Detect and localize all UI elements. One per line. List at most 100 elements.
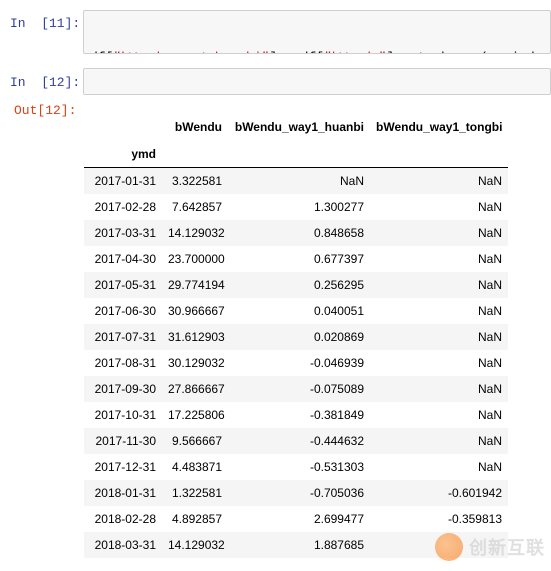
code-token: "bWendu_way1_huanbi" <box>113 50 269 53</box>
table-cell: NaN <box>477 174 502 188</box>
code-token: = <box>285 50 293 53</box>
table-row: 2017-01-31 3.322581 NaN NaN <box>84 167 508 194</box>
row-index-cell: 2017-06-30 <box>94 304 156 318</box>
row-index-cell: 2017-12-31 <box>94 460 156 474</box>
table-row: 2018-03-31 14.129032 1.887685 <box>84 532 508 558</box>
table-cell: NaN <box>477 356 502 370</box>
table-cell: 4.483871 <box>171 460 222 474</box>
corner-cell <box>84 113 162 141</box>
table-cell: -0.075089 <box>309 382 364 396</box>
row-index-cell: 2017-05-31 <box>94 278 156 292</box>
row-index-cell: 2017-02-28 <box>94 200 156 214</box>
row-index-cell: 2017-10-31 <box>94 408 156 422</box>
row-index-cell: 2017-03-31 <box>94 226 156 240</box>
table-cell: -0.705036 <box>309 486 364 500</box>
table-cell <box>370 532 508 558</box>
table-cell: NaN <box>477 382 502 396</box>
row-index-cell: 2018-01-31 <box>94 486 156 500</box>
index-name-row: ymd <box>84 141 508 168</box>
cell-1-prompt: In [11]: <box>10 16 81 31</box>
table-cell: NaN <box>477 252 502 266</box>
empty-header-cell <box>228 141 370 168</box>
table-row: 2017-11-30 9.566667 -0.444632 NaN <box>84 428 508 454</box>
table-cell: NaN <box>339 174 364 188</box>
table-cell: 14.129032 <box>168 538 225 552</box>
dataframe-output: bWendu bWendu_way1_huanbi bWendu_way1_to… <box>84 113 508 558</box>
table-cell: -0.359813 <box>447 512 502 526</box>
table-cell: 2.699477 <box>313 512 364 526</box>
table-row: 2017-08-31 30.129032 -0.046939 NaN <box>84 350 508 376</box>
row-index-cell: 2018-02-28 <box>94 512 156 526</box>
table-cell: 30.129032 <box>168 356 225 370</box>
empty-header-cell <box>162 141 228 168</box>
table-cell: -0.381849 <box>309 408 364 422</box>
table-row: 2018-01-31 1.322581 -0.705036 -0.601942 <box>84 480 508 506</box>
table-cell: 3.322581 <box>171 174 222 188</box>
cell-2-prompt: In [12]: <box>10 75 81 90</box>
table-cell: 17.225806 <box>168 408 225 422</box>
table-row: 2017-04-30 23.700000 0.677397 NaN <box>84 246 508 272</box>
code-token: df[ <box>90 50 113 53</box>
table-cell: 0.677397 <box>313 252 364 266</box>
table-cell: 1.300277 <box>313 200 364 214</box>
table-row: 2017-07-31 31.612903 0.020869 NaN <box>84 324 508 350</box>
table-cell: 9.566667 <box>171 434 222 448</box>
table-cell: 14.129032 <box>168 226 225 240</box>
output-prompt: Out[12]: <box>14 103 77 118</box>
column-header: bWendu <box>174 120 222 134</box>
table-cell: -0.444632 <box>309 434 364 448</box>
table-cell: NaN <box>477 200 502 214</box>
table-cell: NaN <box>477 330 502 344</box>
table-cell: 7.642857 <box>171 200 222 214</box>
table-row: 2017-05-31 29.774194 0.256295 NaN <box>84 272 508 298</box>
row-index-cell: 2017-11-30 <box>95 434 157 448</box>
row-index-cell: 2018-03-31 <box>94 538 156 552</box>
row-index-cell: 2017-09-30 <box>94 382 156 396</box>
table-cell: 27.866667 <box>168 382 225 396</box>
table-cell: 4.892857 <box>171 512 222 526</box>
table-row: 2018-02-28 4.892857 2.699477 -0.359813 <box>84 506 508 532</box>
code-token: "bWendu" <box>324 50 386 53</box>
table-cell: NaN <box>477 460 502 474</box>
table-cell: -0.531303 <box>309 460 364 474</box>
table-cell: 1.887685 <box>313 538 364 552</box>
table-row: 2017-10-31 17.225806 -0.381849 NaN <box>84 402 508 428</box>
column-header: bWendu_way1_tongbi <box>376 120 503 134</box>
column-header-row: bWendu bWendu_way1_huanbi bWendu_way1_to… <box>84 113 508 141</box>
index-name: ymd <box>84 141 162 168</box>
cell-1-code-editor[interactable]: df["bWendu_way1_huanbi"] = df["bWendu"].… <box>83 10 551 54</box>
table-cell: 0.040051 <box>313 304 364 318</box>
table-row: 2017-02-28 7.642857 1.300277 NaN <box>84 194 508 220</box>
code-token: ].pct_change(periods <box>387 50 543 53</box>
table-cell: NaN <box>477 226 502 240</box>
table-cell: 23.700000 <box>168 252 225 266</box>
table-cell: 0.020869 <box>313 330 364 344</box>
row-index-cell: 2017-07-31 <box>94 330 156 344</box>
table-cell: 30.966667 <box>168 304 225 318</box>
table-cell: NaN <box>477 304 502 318</box>
table-row: 2017-03-31 14.129032 0.848658 NaN <box>84 220 508 246</box>
code-token: ] <box>269 50 285 53</box>
table-cell: NaN <box>477 434 502 448</box>
row-index-cell: 2017-08-31 <box>94 356 156 370</box>
row-index-cell: 2017-04-30 <box>94 252 156 266</box>
table-row: 2017-09-30 27.866667 -0.075089 NaN <box>84 376 508 402</box>
table-cell: 31.612903 <box>168 330 225 344</box>
table-cell: -0.601942 <box>447 486 502 500</box>
table-cell: 1.322581 <box>171 486 222 500</box>
table-cell: 0.848658 <box>313 226 364 240</box>
row-index-cell: 2017-01-31 <box>94 174 156 188</box>
dataframe-table: bWendu bWendu_way1_huanbi bWendu_way1_to… <box>84 113 508 558</box>
table-cell: -0.046939 <box>309 356 364 370</box>
empty-header-cell <box>370 141 508 168</box>
table-row: 2017-06-30 30.966667 0.040051 NaN <box>84 298 508 324</box>
code-token: df[ <box>293 50 324 53</box>
cell-2-code-editor[interactable]: df.head(15) <box>83 68 551 95</box>
table-cell: NaN <box>477 278 502 292</box>
table-cell: 0.256295 <box>313 278 364 292</box>
column-header: bWendu_way1_huanbi <box>234 120 364 134</box>
code-line: df["bWendu_way1_huanbi"] = df["bWendu"].… <box>90 49 550 53</box>
table-row: 2017-12-31 4.483871 -0.531303 NaN <box>84 454 508 480</box>
table-cell: NaN <box>477 408 502 422</box>
table-cell: 29.774194 <box>168 278 225 292</box>
